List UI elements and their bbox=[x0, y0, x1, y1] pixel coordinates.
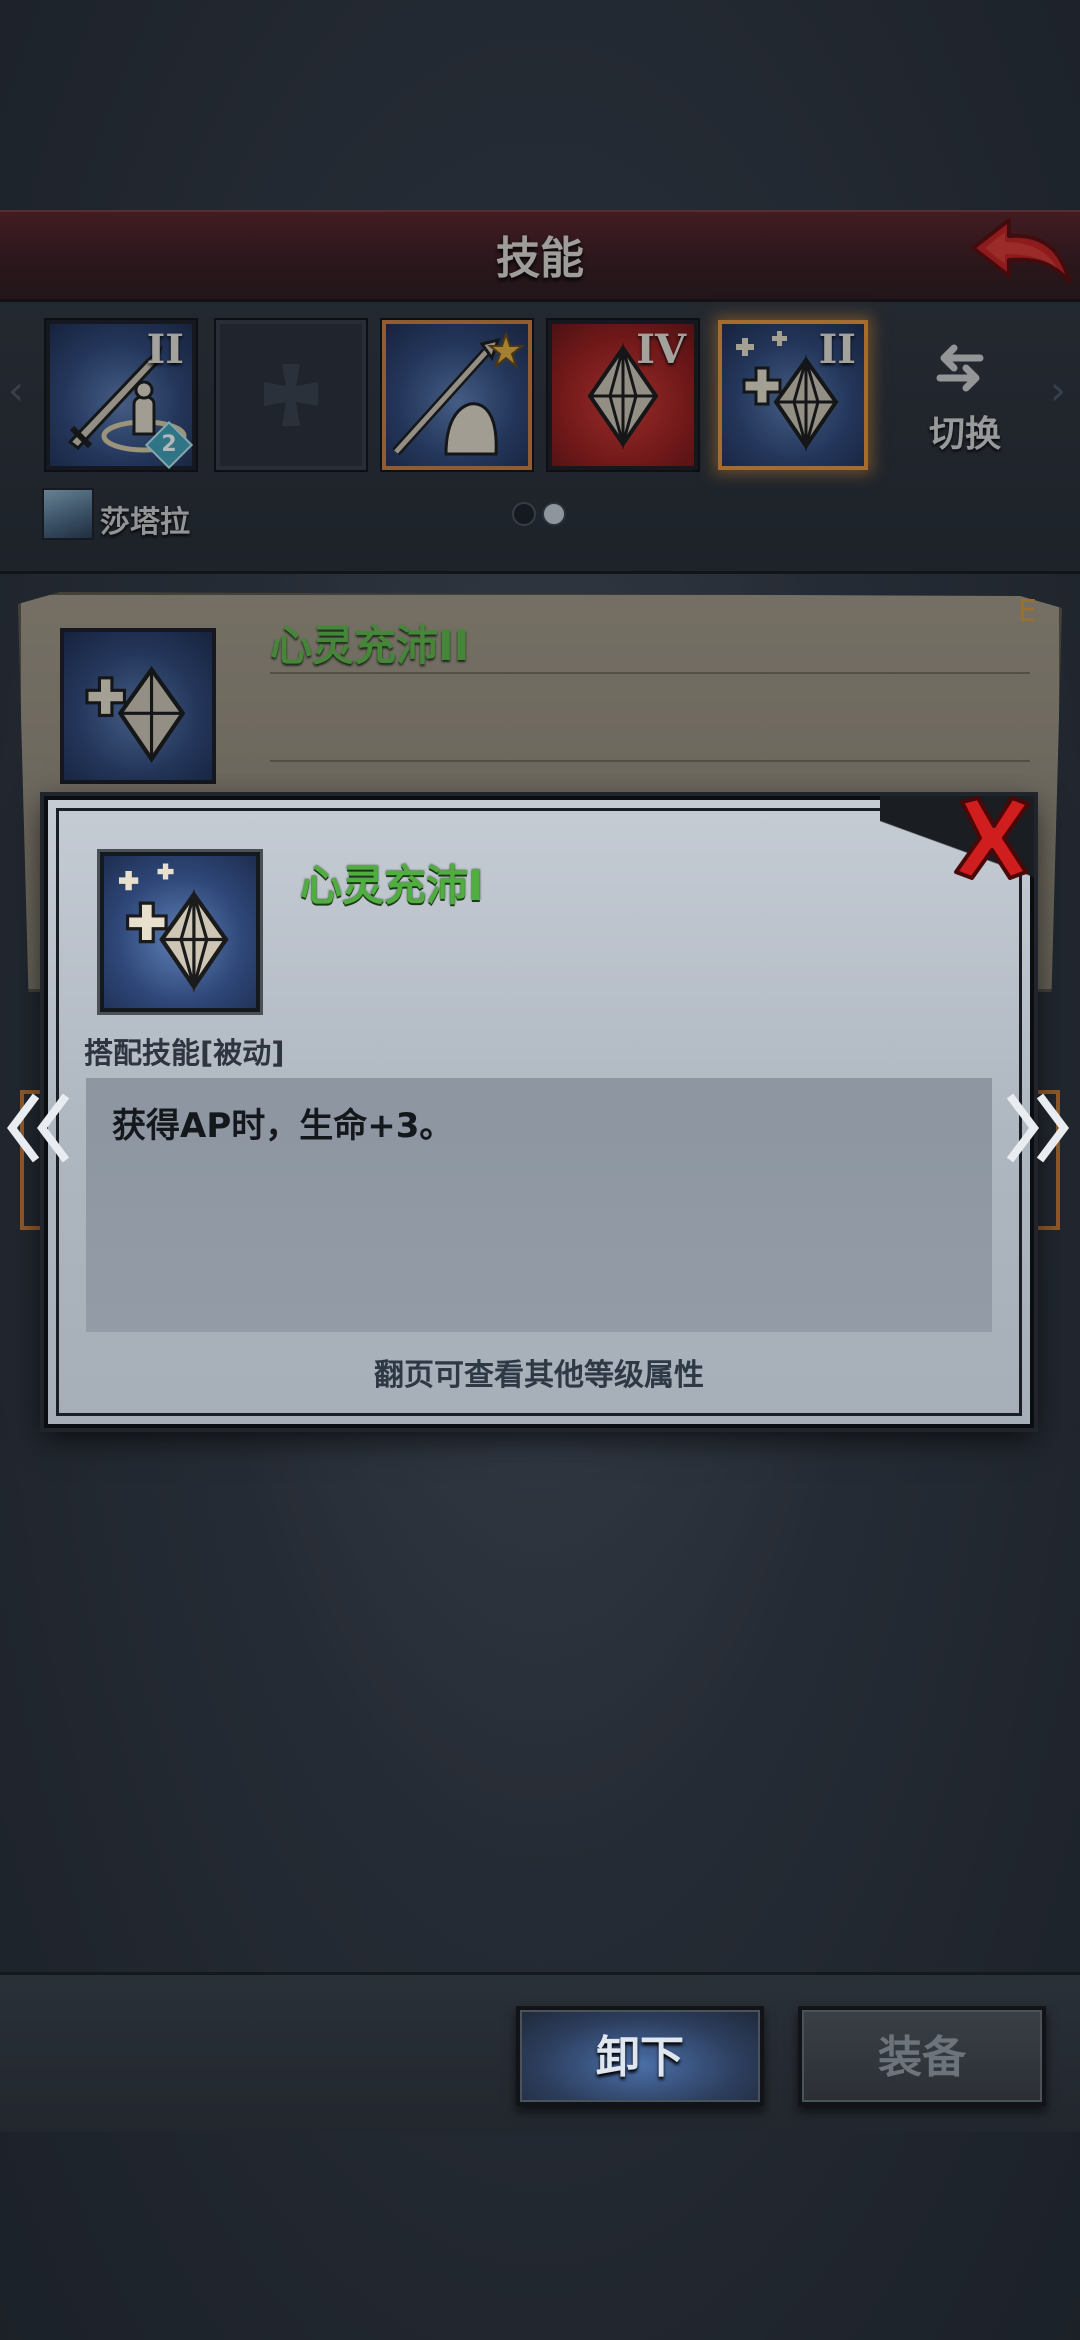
close-x-icon bbox=[954, 796, 1030, 880]
close-button[interactable] bbox=[950, 792, 1034, 882]
skill-type-label: 搭配技能[被动] bbox=[84, 1036, 285, 1070]
crystal-plus-icon bbox=[118, 863, 229, 993]
double-chevron-left-icon bbox=[7, 1093, 70, 1163]
modal-skill-icon bbox=[100, 852, 260, 1012]
modal-skill-title: 心灵充沛I bbox=[300, 861, 484, 910]
unequip-button[interactable]: 卸下 bbox=[516, 2006, 764, 2106]
double-chevron-right-icon bbox=[1006, 1093, 1069, 1163]
page-hint: 翻页可查看其他等级属性 bbox=[374, 1358, 704, 1393]
equip-button[interactable]: 装备 bbox=[798, 2006, 1046, 2106]
next-level-button[interactable] bbox=[1004, 1090, 1070, 1166]
prev-level-button[interactable] bbox=[6, 1090, 72, 1166]
skill-description: 获得AP时，生命+3。 bbox=[112, 1106, 454, 1146]
